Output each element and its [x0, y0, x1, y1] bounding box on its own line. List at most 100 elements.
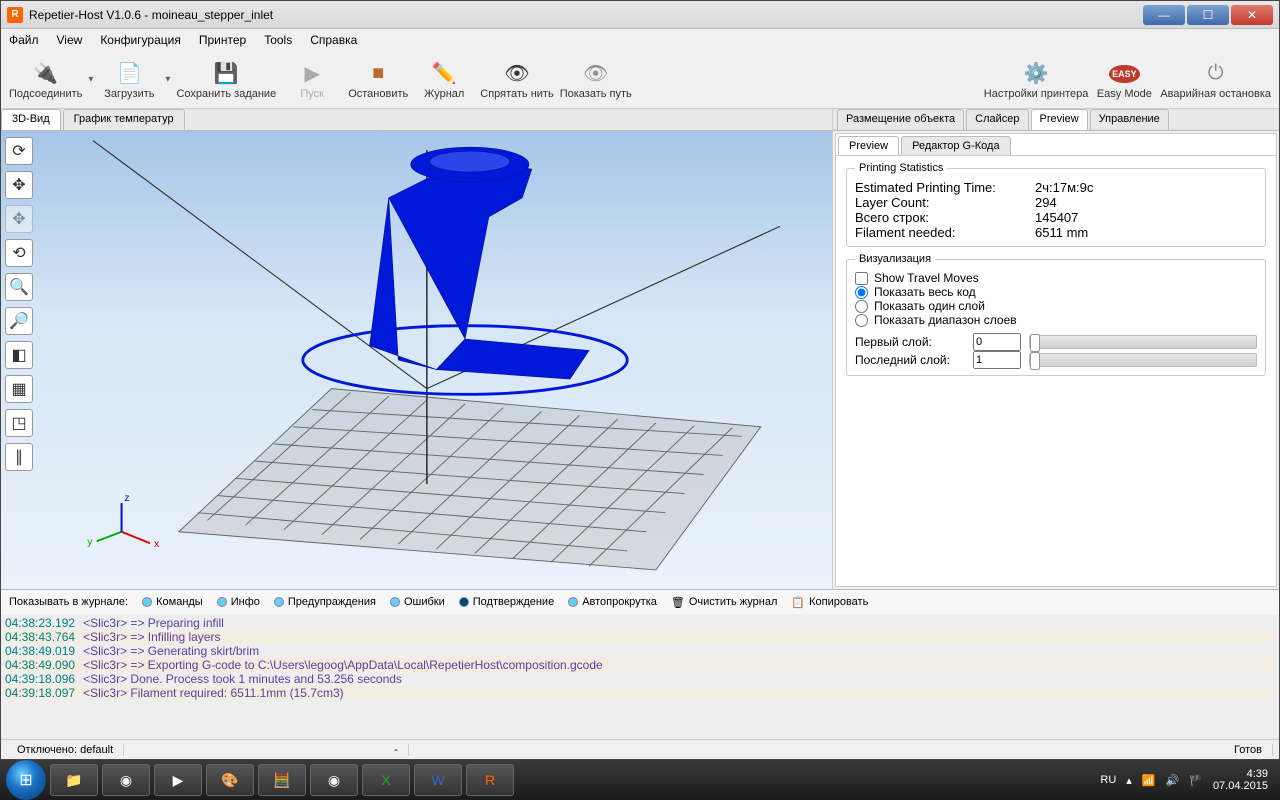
app-icon: R [7, 7, 23, 23]
show-range-radio[interactable] [855, 314, 868, 327]
taskbar-explorer[interactable]: 📁 [50, 764, 98, 796]
maximize-button[interactable]: ☐ [1187, 5, 1229, 25]
subtab-preview[interactable]: Preview [838, 136, 899, 155]
log-clear-button[interactable]: 🗑 Очистить журнал [671, 596, 778, 609]
tray-network-icon[interactable]: 📶 [1142, 774, 1156, 787]
show-all-radio[interactable] [855, 286, 868, 299]
start-button[interactable]: ⊞ [6, 760, 46, 800]
tab-placement[interactable]: Размещение объекта [837, 109, 964, 130]
tab-3d-view[interactable]: 3D-Вид [1, 109, 61, 130]
taskbar-calc[interactable]: 🧮 [258, 764, 306, 796]
tray-clock[interactable]: 4:39 07.04.2015 [1213, 768, 1268, 792]
load-button[interactable]: 📄Загрузить [99, 60, 159, 100]
move-object-button[interactable]: ✥ [5, 205, 33, 233]
titlebar: R Repetier-Host V1.0.6 - moineau_stepper… [1, 1, 1279, 29]
taskbar-media[interactable]: ▶ [154, 764, 202, 796]
total-lines-label: Всего строк: [855, 210, 1035, 225]
menubar: Файл View Конфигурация Принтер Tools Спр… [1, 29, 1279, 51]
log-area: Показывать в журнале: Команды Инфо Преду… [1, 589, 1279, 739]
iso-view-button[interactable]: ◧ [5, 341, 33, 369]
log-line: 04:38:23.192<Slic3r> => Preparing infill [5, 616, 1275, 630]
log-filter-ack[interactable]: Подтверждение [459, 596, 554, 608]
log-line: 04:38:49.019<Slic3r> => Generating skirt… [5, 644, 1275, 658]
showpath-label: Показать путь [560, 88, 632, 100]
printer-settings-button[interactable]: ⚙️Настройки принтера [984, 60, 1089, 100]
log-filter-warn[interactable]: Предупраждения [274, 596, 376, 608]
fit-button[interactable]: 🔎 [5, 307, 33, 335]
connect-label: Подсоединить [9, 88, 82, 100]
show-path-button[interactable]: 👁Показать путь [560, 60, 632, 100]
tray-volume-icon[interactable]: 🔊 [1166, 774, 1180, 787]
menu-view[interactable]: View [57, 33, 83, 47]
save-icon: 💾 [212, 60, 240, 88]
first-layer-label: Первый слой: [855, 335, 965, 349]
taskbar-repetier[interactable]: R [466, 764, 514, 796]
tab-temperature[interactable]: График температур [63, 109, 185, 130]
subtab-gcode-editor[interactable]: Редактор G-Кода [901, 136, 1010, 155]
taskbar-paint[interactable]: 🎨 [206, 764, 254, 796]
load-dropdown[interactable]: ▾ [165, 74, 170, 85]
first-layer-slider[interactable] [1029, 335, 1257, 349]
file-icon: 📄 [115, 60, 143, 88]
taskbar-chrome[interactable]: ◉ [102, 764, 150, 796]
log-filter-info[interactable]: Инфо [217, 596, 260, 608]
first-layer-input[interactable] [973, 333, 1021, 351]
connect-button[interactable]: 🔌Подсоединить [9, 60, 82, 100]
taskbar: ⊞ 📁 ◉ ▶ 🎨 🧮 ◉ X W R RU ▴ 📶 🔊 🏴 4:39 07.0… [0, 760, 1280, 800]
tab-preview[interactable]: Preview [1031, 109, 1088, 130]
log-body[interactable]: 04:38:23.192<Slic3r> => Preparing infill… [1, 614, 1279, 739]
easy-icon: EASY [1110, 60, 1138, 88]
show-single-radio[interactable] [855, 300, 868, 313]
log-toolbar: Показывать в журнале: Команды Инфо Преду… [1, 590, 1279, 614]
viz-legend: Визуализация [855, 253, 935, 265]
status-connection: Отключено: default [7, 744, 124, 756]
preview-panel: Preview Редактор G-Кода Printing Statist… [835, 133, 1277, 587]
pencil-icon: ✏️ [430, 60, 458, 88]
3d-viewport[interactable]: ⟳ ✥ ✥ ⟲ 🔍 🔎 ◧ ▦ ◳ ∥ [1, 131, 832, 589]
close-button[interactable]: ✕ [1231, 5, 1273, 25]
hide-filament-button[interactable]: 👁Спрятать нить [480, 60, 553, 100]
easy-mode-button[interactable]: EASYEasy Mode [1094, 60, 1154, 100]
show-single-label: Показать один слой [874, 299, 985, 313]
last-layer-slider[interactable] [1029, 353, 1257, 367]
connect-dropdown[interactable]: ▾ [88, 74, 93, 85]
log-filter-errors[interactable]: Ошибки [390, 596, 445, 608]
minimize-button[interactable]: — [1143, 5, 1185, 25]
taskbar-chrome2[interactable]: ◉ [310, 764, 358, 796]
tray-flag-icon[interactable]: 🏴 [1189, 774, 1203, 787]
move-view-button[interactable]: ✥ [5, 171, 33, 199]
log-show-label: Показывать в журнале: [9, 596, 128, 608]
save-label: Сохранить задание [176, 88, 276, 100]
sub-tabstrip: Preview Редактор G-Кода [836, 134, 1276, 156]
taskbar-word[interactable]: W [414, 764, 462, 796]
top-view-button[interactable]: ◳ [5, 409, 33, 437]
reset-view-button[interactable]: ⟳ [5, 137, 33, 165]
last-layer-input[interactable] [973, 351, 1021, 369]
menu-file[interactable]: Файл [9, 33, 39, 47]
tray-lang[interactable]: RU [1100, 774, 1116, 786]
run-button[interactable]: ▶Пуск [282, 60, 342, 100]
rotate-button[interactable]: ⟲ [5, 239, 33, 267]
tab-slicer[interactable]: Слайсер [966, 109, 1028, 130]
log-copy-button[interactable]: 📋 Копировать [791, 596, 868, 609]
show-travel-checkbox[interactable] [855, 272, 868, 285]
menu-config[interactable]: Конфигурация [100, 33, 181, 47]
menu-help[interactable]: Справка [310, 33, 357, 47]
menu-printer[interactable]: Принтер [199, 33, 246, 47]
run-label: Пуск [300, 88, 324, 100]
easy-label: Easy Mode [1097, 88, 1152, 100]
menu-tools[interactable]: Tools [264, 33, 292, 47]
front-view-button[interactable]: ▦ [5, 375, 33, 403]
zoom-button[interactable]: 🔍 [5, 273, 33, 301]
tray-up-icon[interactable]: ▴ [1126, 774, 1132, 787]
emergency-stop-button[interactable]: ⏻Аварийная остановка [1160, 60, 1271, 100]
parallel-button[interactable]: ∥ [5, 443, 33, 471]
stop-button[interactable]: ■Остановить [348, 60, 408, 100]
journal-button[interactable]: ✏️Журнал [414, 60, 474, 100]
log-autoscroll[interactable]: Автопрокрутка [568, 596, 657, 608]
tab-control[interactable]: Управление [1090, 109, 1169, 130]
save-button[interactable]: 💾Сохранить задание [176, 60, 276, 100]
taskbar-excel[interactable]: X [362, 764, 410, 796]
log-filter-commands[interactable]: Команды [142, 596, 203, 608]
printing-statistics-group: Printing Statistics Estimated Printing T… [846, 162, 1266, 247]
